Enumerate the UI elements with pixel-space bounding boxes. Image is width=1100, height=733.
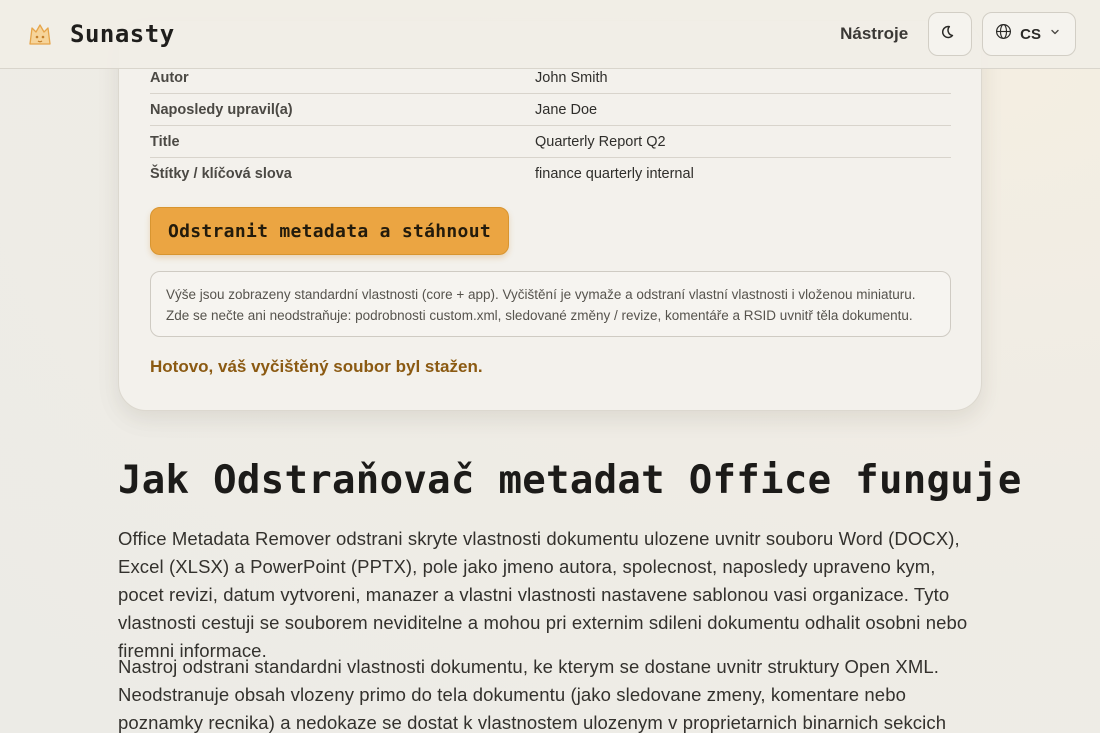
remove-metadata-download-button[interactable]: Odstranit metadata a stáhnout [150,207,509,255]
metadata-key: Title [150,133,180,150]
brand[interactable]: Sunasty [24,18,175,50]
nav-tools-link[interactable]: Nástroje [840,24,908,44]
metadata-key: Štítky / klíčová slova [150,166,292,182]
metadata-key: Autor [150,69,189,86]
language-select[interactable]: CS [982,12,1076,56]
article-paragraph: Nastroj odstrani standardni vlastnosti d… [118,656,947,733]
moon-icon [942,24,958,45]
metadata-value: Jane Doe [535,101,598,118]
article-paragraph: Office Metadata Remover odstrani skryte … [118,528,968,661]
info-note: Výše jsou zobrazeny standardní vlastnost… [150,271,951,337]
metadata-value: finance quarterly internal [535,166,694,182]
article-title: Jak Odstraňovač metadat Office funguje [118,458,1022,503]
cat-logo-icon [24,18,56,50]
globe-icon [995,23,1012,45]
metadata-value: John Smith [535,69,608,86]
metadata-row: Štítky / klíčová slova finance quarterly… [150,158,951,190]
language-code: CS [1020,25,1041,43]
metadata-card: Autor John Smith Naposledy upravil(a) Ja… [118,20,982,411]
metadata-row: Title Quarterly Report Q2 [150,126,951,158]
header-actions: Nástroje CS [840,12,1076,56]
metadata-table: Autor John Smith Naposledy upravil(a) Ja… [150,62,951,190]
brand-name: Sunasty [70,20,175,48]
success-message: Hotovo, váš vyčištěný soubor byl stažen. [150,357,483,376]
metadata-value: Quarterly Report Q2 [535,133,666,150]
metadata-key: Naposledy upravil(a) [150,101,293,118]
metadata-row: Naposledy upravil(a) Jane Doe [150,94,951,126]
theme-toggle-button[interactable] [928,12,973,56]
chevron-down-icon [1049,25,1061,43]
top-header: Sunasty Nástroje CS [0,0,1100,69]
